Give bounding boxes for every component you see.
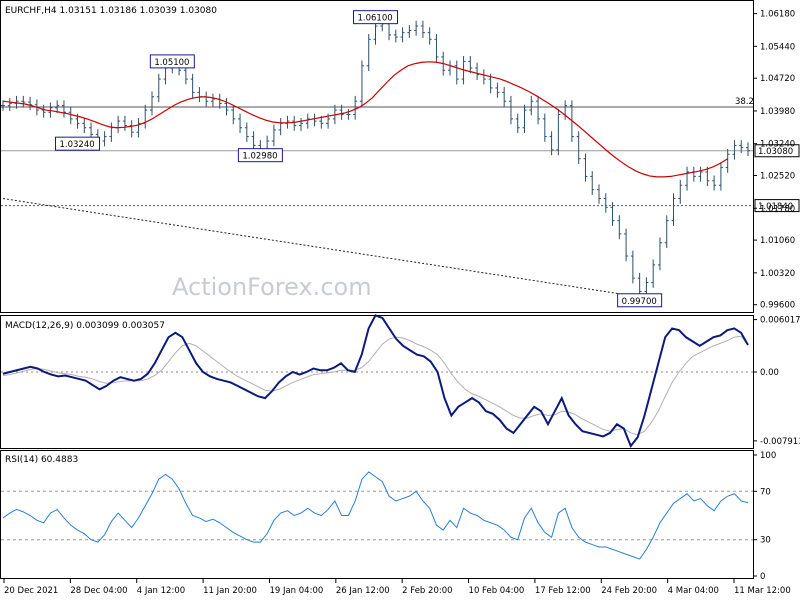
x-tick-label: 11 Jan 20:00 (203, 586, 257, 596)
x-tick-label: 2 Feb 20:00 (402, 586, 452, 596)
rsi-y-axis: 100 70 30 0 (753, 451, 776, 582)
price-y-axis: 1.06180 1.05440 1.04720 1.03980 1.03240 1.025… (753, 10, 795, 311)
macd-y-axis: 0.006017 0.00 -0.007911 (753, 316, 800, 447)
x-tick-label: 26 Jan 12:00 (336, 586, 390, 596)
price-y-tick-label: 1.04720 (760, 74, 795, 84)
x-tick-label: 20 Dec 2021 (4, 586, 58, 596)
rsi-y-tick-label: 70 (760, 487, 771, 497)
x-tick-label: 4 Mar 04:00 (668, 586, 719, 596)
macd-y-tick-label: -0.007911 (760, 437, 800, 447)
x-tick-label: 24 Feb 20:00 (601, 586, 657, 596)
price-annotation: 1.05100 (149, 54, 195, 69)
macd-y-tick-label: 0.00 (760, 368, 779, 378)
rsi-pane-frame (0, 450, 754, 579)
price-annotation-label: 1.02980 (242, 152, 277, 162)
price-annotation: 1.06100 (353, 10, 398, 25)
rsi-y-tick-label: 30 (760, 536, 771, 546)
price-annotation-label: 0.99700 (622, 297, 657, 307)
price-y-tick-label: 0.99600 (760, 301, 795, 311)
price-annotation-label: 1.03240 (60, 140, 95, 150)
watermark: ActionForex.com (172, 273, 372, 301)
price-y-tick-label: 1.01780 (760, 204, 795, 214)
x-tick-label: 4 Jan 12:00 (137, 586, 185, 596)
price-y-tick-label: 1.06180 (760, 10, 795, 20)
fib-level-label: 38.2 (735, 97, 754, 107)
price-y-tick-label: 1.00320 (760, 269, 795, 279)
rsi-title: RSI(14) 60.4883 (5, 455, 78, 465)
price-annotation: 1.02980 (237, 148, 283, 163)
price-y-tick-label: 1.03980 (760, 107, 795, 117)
price-annotation-label: 1.06100 (358, 14, 393, 24)
rsi-y-tick-label: 0 (760, 572, 765, 582)
rsi-y-tick-label: 100 (760, 451, 776, 461)
x-tick-label: 19 Jan 04:00 (269, 586, 323, 596)
price-annotation-label: 1.05100 (154, 58, 189, 68)
x-tick-label: 11 Mar 12:00 (734, 586, 791, 596)
price-y-tick-label: 1.05440 (760, 42, 795, 52)
chart-canvas: ActionForex.com 38.21.030801.01840 1.061… (0, 0, 800, 596)
price-annotation: 1.03240 (55, 136, 100, 151)
x-axis: 20 Dec 2021 28 Dec 04:00 4 Jan 12:00 11 Jan… (3, 579, 791, 596)
x-tick-label: 28 Dec 04:00 (70, 586, 127, 596)
x-tick-label: 10 Feb 04:00 (469, 586, 525, 596)
price-y-tick-label: 1.03240 (760, 140, 795, 150)
x-tick-label: 17 Feb 12:00 (535, 586, 591, 596)
macd-y-tick-label: 0.006017 (760, 316, 800, 326)
price-title: EURCHF,H4 1.03151 1.03186 1.03039 1.0308… (5, 6, 217, 16)
price-y-tick-label: 1.01060 (760, 236, 795, 246)
price-y-tick-label: 1.02520 (760, 172, 795, 182)
price-pane-frame (0, 0, 754, 313)
macd-title: MACD(12,26,9) 0.003099 0.003057 (5, 321, 165, 331)
price-annotation: 0.99700 (617, 293, 663, 308)
